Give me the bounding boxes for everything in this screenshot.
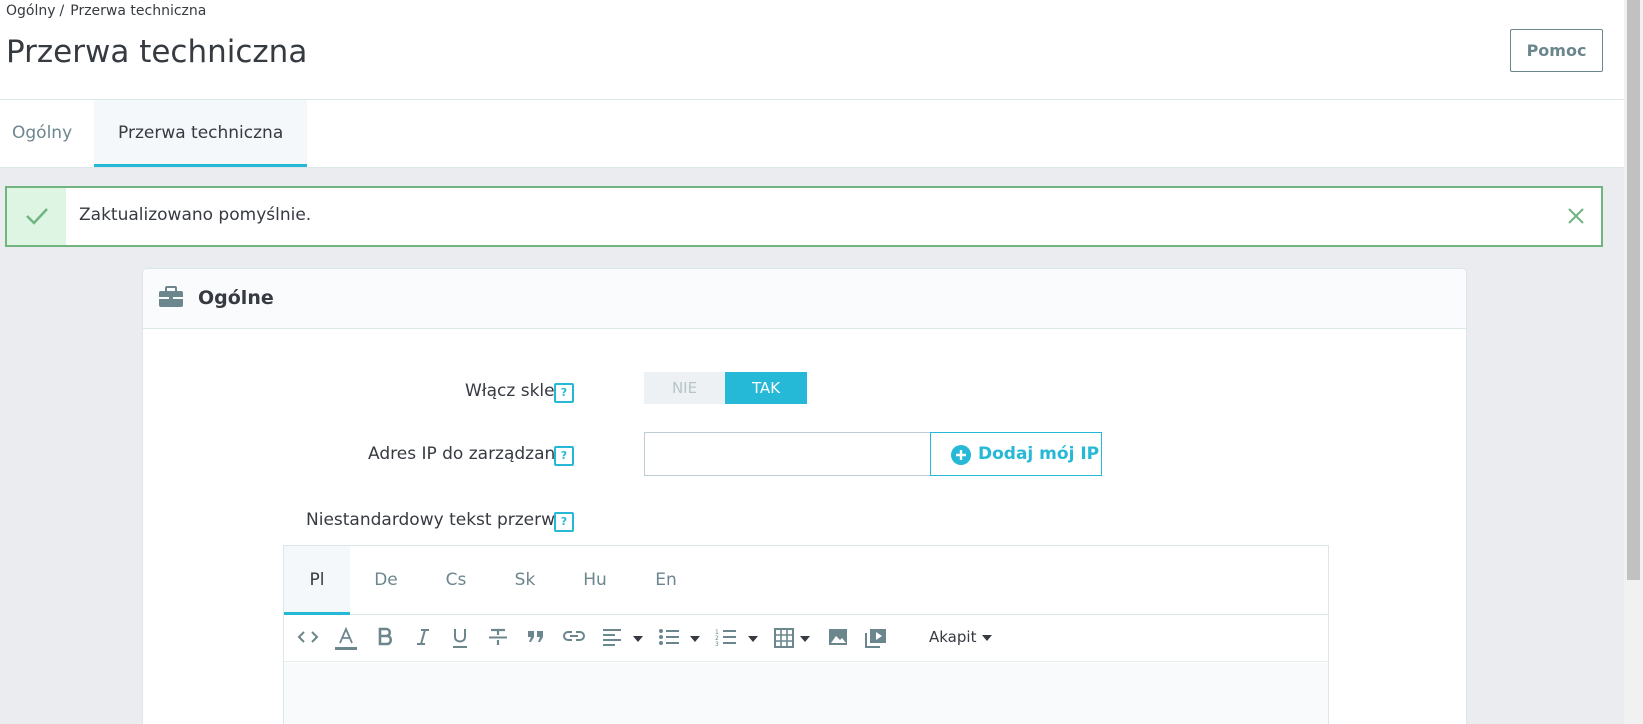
page-header: Ogólny / Przerwa techniczna Przerwa techni… xyxy=(0,0,1624,100)
tab-maintenance[interactable]: Przerwa techniczna xyxy=(94,100,308,167)
help-button[interactable]: Pomoc xyxy=(1510,29,1603,72)
media-icon[interactable] xyxy=(863,627,889,651)
card-title: Ogólne xyxy=(198,287,274,309)
card-header: Ogólne xyxy=(143,269,1466,329)
lang-tab-de[interactable]: De xyxy=(350,546,422,615)
switch-option-yes[interactable]: TAK xyxy=(725,372,807,404)
breadcrumb-current: Przerwa techniczna xyxy=(70,3,207,19)
link-icon[interactable] xyxy=(561,627,587,651)
blockquote-icon[interactable] xyxy=(523,627,549,651)
breadcrumb-parent[interactable]: Ogólny xyxy=(6,3,56,19)
page-scrollbar[interactable] xyxy=(1624,0,1643,724)
image-icon[interactable] xyxy=(825,627,851,651)
text-color-icon[interactable] xyxy=(333,627,359,651)
page-title: Przerwa techniczna xyxy=(6,34,308,70)
briefcase-icon xyxy=(159,286,183,307)
bold-icon[interactable] xyxy=(372,627,398,651)
tab-general[interactable]: Ogólny xyxy=(0,100,84,167)
alert-icon-box xyxy=(7,188,66,245)
align-dropdown-caret[interactable] xyxy=(633,636,643,642)
add-my-ip-label: Dodaj mój IP xyxy=(978,444,1100,464)
bullet-list-dropdown-caret[interactable] xyxy=(690,636,700,642)
breadcrumb-separator: / xyxy=(59,3,65,19)
table-dropdown-caret[interactable] xyxy=(800,636,810,642)
numbered-list-dropdown-caret[interactable] xyxy=(748,636,758,642)
editor-content-area[interactable] xyxy=(284,663,1328,724)
general-card: Ogólne Włącz sklep ? NIE TAK Adres IP do… xyxy=(142,268,1467,724)
custom-text-label: Niestandardowy tekst przerwy xyxy=(306,510,566,530)
language-tabs: Pl De Cs Sk Hu En xyxy=(284,546,1328,615)
lang-tab-hu[interactable]: Hu xyxy=(560,546,630,615)
add-my-ip-button[interactable]: Dodaj mój IP xyxy=(930,432,1102,476)
scrollbar-thumb[interactable] xyxy=(1627,0,1640,580)
switch-option-no[interactable]: NIE xyxy=(644,372,725,404)
enable-shop-switch: NIE TAK xyxy=(644,372,807,404)
lang-tab-sk[interactable]: Sk xyxy=(490,546,560,615)
breadcrumb: Ogólny / Przerwa techniczna xyxy=(6,3,206,19)
lang-tab-cs[interactable]: Cs xyxy=(422,546,490,615)
close-icon[interactable] xyxy=(1565,205,1587,227)
chevron-down-icon xyxy=(982,634,993,641)
page-tabs: Ogólny Przerwa techniczna xyxy=(0,100,1624,168)
editor-toolbar: 123 Akapit xyxy=(284,615,1328,662)
plus-circle-icon xyxy=(951,445,971,465)
strikethrough-icon[interactable] xyxy=(485,627,511,651)
align-icon[interactable] xyxy=(599,627,625,651)
check-icon xyxy=(26,208,48,225)
lang-tab-pl[interactable]: Pl xyxy=(284,546,350,615)
rich-text-editor: Pl De Cs Sk Hu En 1 2 3 Akapit xyxy=(283,545,1329,724)
table-icon[interactable] xyxy=(771,627,797,651)
bullet-list-icon[interactable] xyxy=(656,627,682,651)
numbered-list-icon[interactable]: 123 xyxy=(713,627,739,651)
italic-icon[interactable] xyxy=(410,627,436,651)
code-view-icon[interactable] xyxy=(295,627,321,651)
lang-tab-en[interactable]: En xyxy=(630,546,702,615)
help-icon[interactable]: ? xyxy=(554,512,574,532)
help-icon[interactable]: ? xyxy=(554,383,574,403)
enable-shop-label: Włącz sklep xyxy=(465,381,566,401)
paragraph-format-label: Akapit xyxy=(929,628,977,646)
maintenance-ip-input[interactable] xyxy=(644,432,931,476)
svg-text:3: 3 xyxy=(715,641,719,647)
paragraph-format-select[interactable]: Akapit xyxy=(929,628,993,646)
maintenance-ip-label: Adres IP do zarządzania xyxy=(368,444,571,464)
help-icon[interactable]: ? xyxy=(554,446,574,466)
underline-icon[interactable] xyxy=(447,627,473,651)
success-alert: Zaktualizowano pomyślnie. xyxy=(5,186,1603,247)
alert-message: Zaktualizowano pomyślnie. xyxy=(79,205,312,225)
